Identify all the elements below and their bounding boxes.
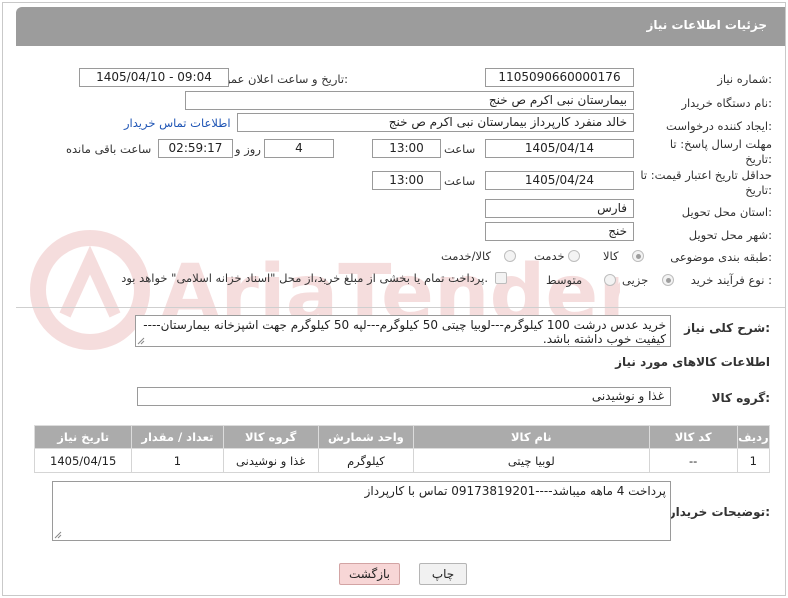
- buyer-notes-label: توضیحات خریدار:: [668, 505, 770, 519]
- category-label: طبقه بندی موضوعی:: [670, 250, 772, 264]
- col-code-header: کد کالا: [648, 425, 738, 449]
- goods-table: ردیف کد کالا نام کالا واحد شمارش گروه کا…: [33, 425, 771, 473]
- payment-note: پرداخت تمام یا بخشی از مبلغ خرید،از محل …: [121, 271, 488, 285]
- remaining-label: ساعت باقی مانده: [66, 142, 152, 156]
- resize-grip-icon[interactable]: [137, 337, 145, 345]
- back-button[interactable]: بازگشت: [339, 563, 400, 585]
- category-radio-goods-service[interactable]: [504, 250, 516, 262]
- need-number-label: شماره نیاز:: [717, 72, 772, 86]
- cell-group: غذا و نوشیدنی: [222, 448, 319, 473]
- process-option-medium: متوسط: [546, 273, 583, 287]
- deadline-label: مهلت ارسال پاسخ: تا تاریخ:: [669, 137, 772, 166]
- city-label: شهر محل تحویل:: [688, 228, 772, 242]
- buyer-notes-textarea[interactable]: پرداخت 4 ماهه میباشد----09173819201 تماس…: [52, 481, 671, 541]
- deadline-time-field: 13:00: [372, 139, 441, 158]
- section-divider: [16, 307, 785, 308]
- description-label: شرح کلی نیاز:: [684, 321, 770, 335]
- city-field: خنج: [485, 222, 634, 241]
- resize-grip-icon[interactable]: [54, 531, 62, 539]
- col-group-header: گروه کالا: [222, 425, 319, 449]
- goods-group-label: گروه کالا:: [711, 391, 770, 405]
- goods-group-field: غذا و نوشیدنی: [137, 387, 671, 406]
- cell-code: --: [648, 448, 738, 473]
- payment-treasury-checkbox[interactable]: [495, 272, 507, 284]
- category-option-service: خدمت: [534, 249, 565, 263]
- print-button[interactable]: چاپ: [419, 563, 467, 585]
- remaining-time-field: 02:59:17: [158, 139, 233, 158]
- cell-row: 1: [736, 448, 771, 473]
- price-validity-time-field: 13:00: [372, 171, 441, 190]
- col-date-header: تاریخ نیاز: [33, 425, 133, 449]
- goods-section-title: اطلاعات کالاهای مورد نیاز: [615, 355, 770, 369]
- process-radio-medium[interactable]: [604, 274, 616, 286]
- col-unit-header: واحد شمارش: [317, 425, 415, 449]
- process-option-minor: جزیی: [622, 273, 649, 287]
- process-radio-minor[interactable]: [662, 274, 674, 286]
- category-radio-goods[interactable]: [632, 250, 644, 262]
- price-validity-time-label: ساعت: [444, 174, 476, 188]
- page-header: جزئیات اطلاعات نیاز: [16, 7, 785, 46]
- table-row[interactable]: 1 -- لوبیا چیتی کیلوگرم غذا و نوشیدنی 1 …: [33, 448, 771, 473]
- cell-date: 1405/04/15: [33, 448, 133, 473]
- days-label: روز و: [235, 142, 261, 156]
- cell-qty: 1: [131, 448, 224, 473]
- page-title: جزئیات اطلاعات نیاز: [646, 18, 767, 32]
- process-label: نوع فرآیند خرید :: [690, 273, 772, 287]
- col-qty-header: تعداد / مقدار: [131, 425, 224, 449]
- buyer-org-field: بیمارستان نبی اکرم ص خنج: [185, 91, 634, 110]
- creator-field: خالد منفرد کارپرداز بیمارستان نبی اکرم ص…: [237, 113, 634, 132]
- price-validity-date-field: 1405/04/24: [485, 171, 634, 190]
- announce-field: 1405/04/10 - 09:04: [79, 68, 229, 87]
- category-option-goods-service: کالا/خدمت: [441, 249, 492, 263]
- category-radio-service[interactable]: [568, 250, 580, 262]
- col-name-header: نام کالا: [413, 425, 650, 449]
- cell-name: لوبیا چیتی: [413, 448, 650, 473]
- creator-label: ایجاد کننده درخواست:: [666, 119, 772, 133]
- buyer-contact-link[interactable]: اطلاعات تماس خریدار: [124, 116, 231, 130]
- deadline-time-label: ساعت: [444, 142, 476, 156]
- province-label: استان محل تحویل:: [681, 205, 772, 219]
- description-textarea[interactable]: خرید عدس درشت 100 کیلوگرم---لوبیا چیتی 5…: [135, 315, 671, 347]
- province-field: فارس: [485, 199, 634, 218]
- need-number-field: 1105090660000176: [485, 68, 634, 87]
- col-row-header: ردیف: [736, 425, 771, 449]
- goods-table-header-row: ردیف کد کالا نام کالا واحد شمارش گروه کا…: [33, 425, 771, 449]
- days-field: 4: [264, 139, 334, 158]
- category-option-goods: کالا: [603, 249, 619, 263]
- cell-unit: کیلوگرم: [317, 448, 415, 473]
- announce-label: تاریخ و ساعت اعلان عمومی:: [209, 72, 348, 86]
- price-validity-label: حداقل تاریخ اعتبار قیمت: تا تاریخ:: [640, 168, 772, 197]
- deadline-date-field: 1405/04/14: [485, 139, 634, 158]
- buyer-org-label: نام دستگاه خریدار:: [681, 96, 772, 110]
